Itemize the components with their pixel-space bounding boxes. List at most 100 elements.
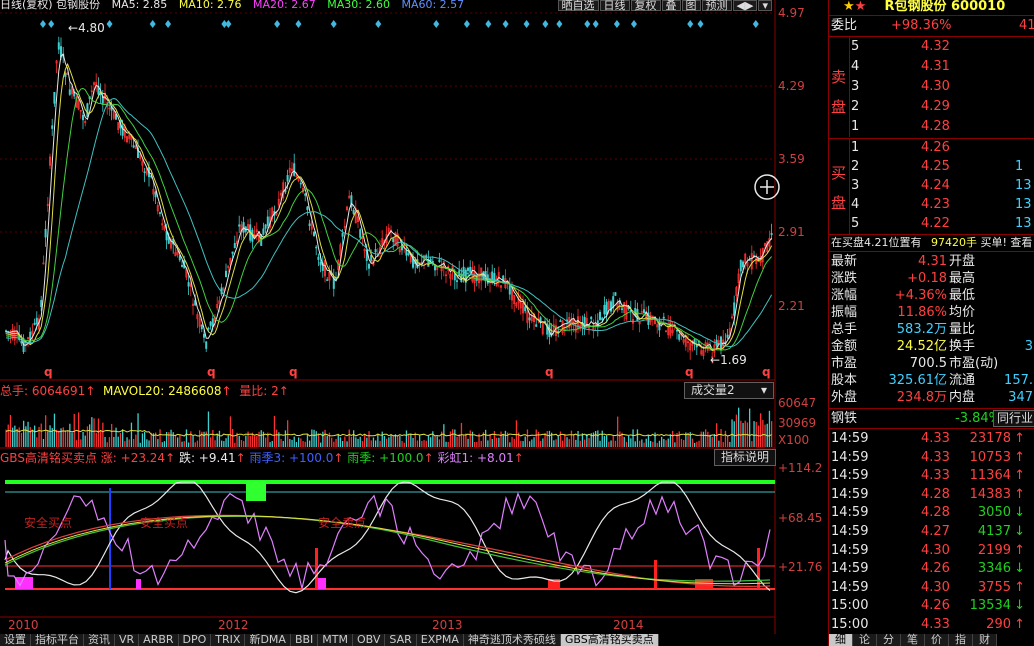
buy-signal-block — [246, 481, 266, 501]
tick-time: 14:59 — [831, 561, 869, 577]
bid-level: 2 — [851, 159, 860, 174]
volume-bar — [64, 430, 67, 447]
indicator-help-button[interactable]: 指标说明 — [714, 449, 777, 466]
bid-row[interactable]: 4 4.23 13 — [829, 196, 1034, 214]
candle-body — [719, 336, 722, 349]
trade-tick-row: 15:00 4.26 13534 ↓ — [829, 597, 1034, 615]
volume-bar — [71, 432, 73, 447]
volume-bar — [291, 439, 293, 447]
volume-axis-label: 30969 — [778, 416, 817, 430]
tab-obv[interactable]: OBV — [353, 634, 386, 646]
volume-bar — [623, 436, 625, 447]
candle-body — [53, 91, 56, 104]
stat-row: 最新 4.31 开盘 — [829, 253, 1034, 270]
tick-time: 14:59 — [831, 579, 869, 595]
trade-tick-row: 15:00 4.33 290 ↑ — [829, 616, 1034, 634]
ask-level: 5 — [851, 39, 860, 54]
quote-tab[interactable]: 指 — [949, 634, 973, 646]
volume-bar — [199, 430, 201, 447]
kline-chart-pane[interactable]: 日线(复权) 包钢股份 MA5: 2.85 MA10: 2.76 MA20: 2… — [0, 0, 828, 646]
tab-trix[interactable]: TRIX — [211, 634, 246, 646]
volume-bar — [122, 429, 124, 447]
stat-row: 市盈 700.5 市盈(动) — [829, 355, 1034, 372]
tab-sar[interactable]: SAR — [385, 634, 417, 646]
quote-tab[interactable]: 价 — [925, 634, 949, 646]
bid-row[interactable]: 5 4.22 13 — [829, 215, 1034, 233]
ask-row[interactable]: 3 4.30 — [829, 78, 1034, 96]
signal-diamond — [485, 20, 492, 28]
quote-tab[interactable]: 分 — [877, 634, 901, 646]
volume-bar — [313, 429, 315, 447]
ask-level: 2 — [851, 99, 860, 114]
volume-bar — [218, 430, 221, 447]
ask-row[interactable]: 1 4.28 — [829, 118, 1034, 136]
volume-bar — [386, 438, 388, 447]
tab-expma[interactable]: EXPMA — [416, 634, 464, 646]
volume-bar — [628, 435, 630, 447]
candle-body — [308, 223, 311, 226]
tab-settings[interactable]: 设置 — [0, 634, 31, 646]
volume-bar — [49, 425, 51, 447]
tab-gbs[interactable]: GBS高清铭买卖点 — [560, 634, 659, 646]
tab-new-dma[interactable]: 新DMA — [245, 634, 291, 646]
volume-header: 总手: 6064691↑ MAVOL20: 2486608↑ 量比: 2↑ — [0, 384, 289, 398]
candle-body — [315, 246, 318, 249]
tab-dpo[interactable]: DPO — [178, 634, 212, 646]
candle-body — [225, 270, 228, 278]
volume-bar — [350, 436, 353, 447]
stat-label: 流通 — [949, 373, 976, 388]
tab-news[interactable]: 资讯 — [84, 634, 115, 646]
quote-tab[interactable]: 笔 — [901, 634, 925, 646]
ma60-line — [5, 97, 773, 348]
ask-row[interactable]: 5 4.32 — [829, 38, 1034, 56]
ask-row[interactable]: 4 4.31 — [829, 58, 1034, 76]
stat-value: 700.5 — [909, 356, 947, 371]
bid-row[interactable]: 1 4.26 — [829, 139, 1034, 157]
price-axis-label: 3.59 — [778, 152, 805, 166]
volume-bar — [293, 436, 295, 447]
volume-type-dropdown[interactable]: 成交量2 ▾ — [684, 382, 774, 399]
volume-bar — [117, 436, 119, 447]
indicator-name: GBS高清铭买卖点 — [0, 451, 97, 465]
candle-body — [57, 42, 60, 50]
stat-label: 均价 — [949, 305, 976, 320]
q-mark: q — [762, 365, 771, 379]
ask-price: 4.31 — [921, 59, 950, 74]
tab-escape-top[interactable]: 神奇逃顶术秀硕线 — [463, 634, 561, 646]
volume-bar — [438, 439, 441, 447]
tab-indicator-platform[interactable]: 指标平台 — [31, 634, 84, 646]
tick-volume: 13534 — [969, 598, 1011, 614]
tick-volume: 3755 — [977, 579, 1011, 595]
tab-vr[interactable]: VR — [115, 634, 140, 646]
volume-bar — [359, 436, 361, 447]
quote-tab[interactable]: 论 — [853, 634, 877, 646]
quote-tab[interactable]: 财 — [973, 634, 997, 646]
volume-bar — [452, 429, 454, 447]
volume-bar — [405, 430, 408, 447]
volume-bar — [282, 441, 284, 447]
candle-body — [438, 259, 441, 263]
candle-body — [35, 317, 38, 325]
candle-body — [620, 308, 623, 311]
tick-price: 4.30 — [921, 542, 950, 558]
candle-body — [598, 311, 601, 320]
volume-bar — [108, 437, 111, 447]
volume-bar — [115, 427, 117, 447]
candle-body — [453, 274, 456, 281]
bid-volume: 13 — [1015, 216, 1032, 231]
tab-mtm[interactable]: MTM — [318, 634, 353, 646]
volume-bar — [436, 436, 438, 447]
tab-arbr[interactable]: ARBR — [139, 634, 179, 646]
large-order-notice[interactable]: 在买盘4.21位置有 97420手 买单! 查看 — [829, 235, 1034, 250]
ask-row[interactable]: 2 4.29 — [829, 98, 1034, 116]
bid-volume: 13 — [1015, 197, 1032, 212]
quote-tab[interactable]: 细 — [829, 634, 853, 646]
volume-bar — [474, 441, 476, 447]
volume-bar — [388, 437, 390, 447]
volume-bar — [702, 431, 705, 447]
tab-bbi[interactable]: BBI — [290, 634, 319, 646]
same-industry-button[interactable]: 同行业 — [993, 410, 1034, 427]
signal-diamond — [39, 20, 46, 28]
bid-row[interactable]: 2 4.25 1 — [829, 158, 1034, 176]
bid-row[interactable]: 3 4.24 13 — [829, 177, 1034, 195]
